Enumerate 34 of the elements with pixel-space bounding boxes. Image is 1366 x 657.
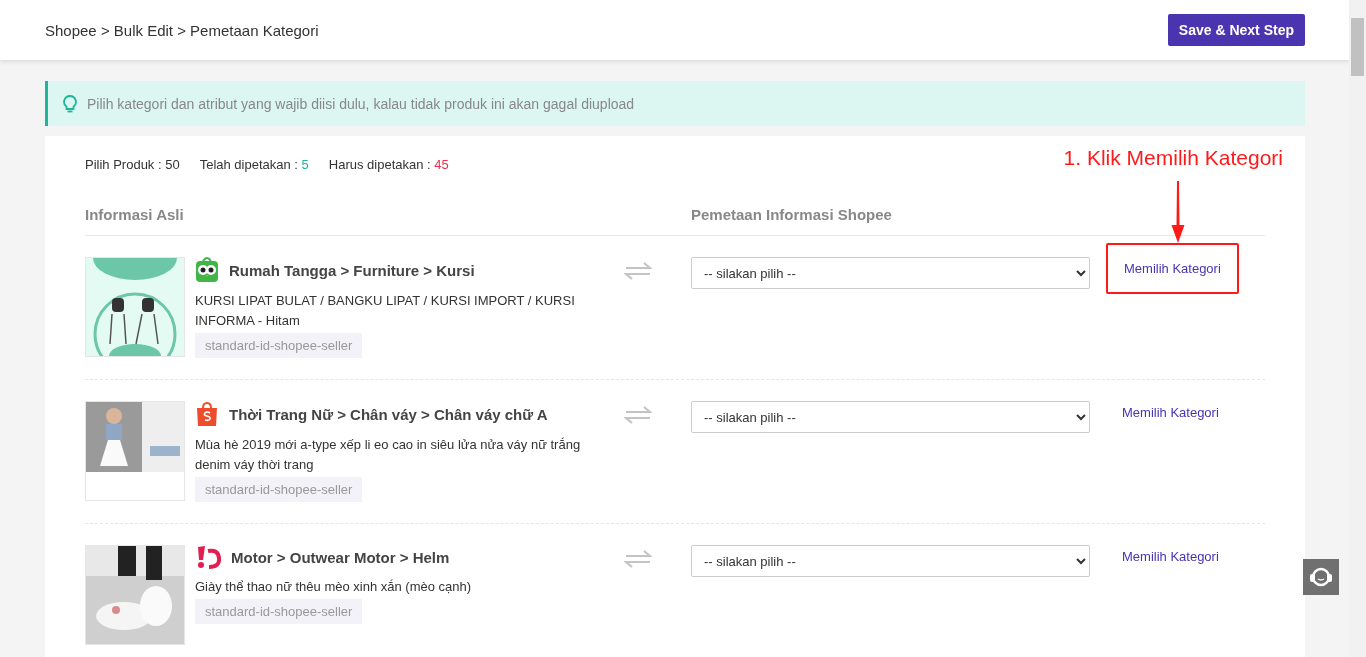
- owl-icon: [195, 257, 219, 283]
- swap-arrows-icon: [624, 261, 652, 281]
- breadcrumb: Shopee > Bulk Edit > Pemetaan Kategori: [45, 21, 319, 39]
- stat-text: Harus dipetakan : 45: [328, 157, 449, 172]
- headset-icon: [1309, 565, 1333, 589]
- product-name: Giày thể thao nữ thêu mèo xinh xắn (mèo cạnh): [195, 578, 473, 596]
- choose-category-link[interactable]: Memilih Kategori: [1106, 395, 1235, 430]
- swap-arrows-icon: [624, 549, 652, 569]
- category-select[interactable]: -- silakan pilih --: [691, 401, 1090, 433]
- category-path: Thời Trang Nữ > Chân váy > Chân váy chữ A: [229, 405, 548, 423]
- lightbulb-icon: [63, 94, 77, 113]
- tag: standard-id-shopee-seller: [195, 333, 363, 358]
- category-select[interactable]: -- silakan pilih --: [691, 257, 1090, 289]
- category-path: Motor > Outwear Motor > Helm: [231, 548, 450, 566]
- annotation-text: 1. Klik Memilih Kategori: [1063, 146, 1283, 170]
- tag: standard-id-shopee-seller: [195, 477, 363, 502]
- choose-category-link[interactable]: Memilih Kategori: [1106, 243, 1239, 294]
- notice-text: Pilih kategori dan atribut yang wajib diisi dulu, kalau tidak produk ini akan gagal diupload: [87, 95, 635, 112]
- shopping-bag-icon: [195, 401, 219, 427]
- category-select[interactable]: -- silakan pilih --: [691, 545, 1090, 577]
- stat-text: Telah dipetakan : 5: [199, 157, 309, 172]
- product-name: KURSI LIPAT BULAT / BANGKU LIPAT / KURSI IMPORT / KURSI INFORMA - Hitam: [195, 292, 576, 330]
- tag: standard-id-shopee-seller: [195, 599, 363, 624]
- exclaim-logo-icon: [195, 545, 221, 569]
- column-heading: Pemetaan Informasi Shopee: [691, 206, 892, 223]
- stat-text: Pilih Produk : 50: [85, 157, 180, 172]
- category-path: Rumah Tangga > Furniture > Kursi: [229, 261, 475, 279]
- swap-arrows-icon: [624, 405, 652, 425]
- column-heading: Informasi Asli: [85, 206, 185, 223]
- annotation-arrow: [1170, 181, 1186, 243]
- save-next-button[interactable]: Save & Next Step: [1167, 14, 1305, 46]
- product-name: Mùa hè 2019 mới a-type xếp li eo cao in siêu lửa nửa váy nữ trắng denim váy thời trang: [195, 436, 582, 474]
- support-headset-button[interactable]: [1303, 559, 1339, 595]
- choose-category-link[interactable]: Memilih Kategori: [1106, 539, 1235, 574]
